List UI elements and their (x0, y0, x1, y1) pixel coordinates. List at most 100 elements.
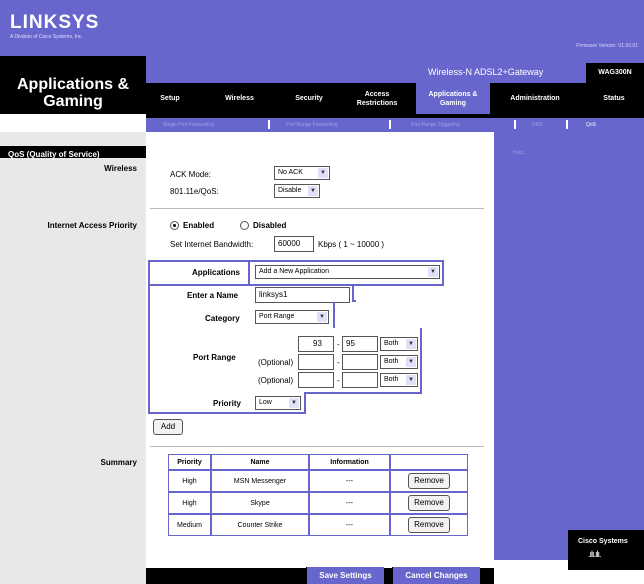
port-row-2-protocol[interactable]: Both ▼ (380, 355, 418, 369)
protocol-value: Both (384, 376, 399, 383)
subtab-separator (268, 120, 270, 129)
summary-row-1-action: Remove (390, 470, 468, 492)
summary-section-label: Summary (100, 458, 137, 467)
port-row-3-prefix: (Optional) (258, 376, 294, 385)
disabled-label: Disabled (253, 221, 287, 230)
tab-security[interactable]: Security (280, 83, 338, 114)
subtab-port-range-forwarding[interactable]: Port Range Forwarding (286, 119, 338, 131)
name-input[interactable]: linksys1 (255, 287, 350, 303)
port-row-1-end[interactable]: 95 (342, 336, 378, 352)
app-box-border (333, 302, 335, 328)
enabled-label: Enabled (183, 221, 215, 230)
app-box-border (304, 392, 422, 394)
tab-applications-gaming[interactable]: Applications & Gaming (416, 83, 490, 114)
protocol-value: Both (384, 358, 399, 365)
product-row (146, 56, 644, 83)
linksys-logo: LINKSYS (10, 12, 100, 33)
summary-row-1-name: MSN Messenger (211, 470, 309, 492)
chevron-down-icon: ▼ (406, 357, 416, 367)
cisco-logo-box (568, 530, 644, 570)
subtab-port-range-triggering[interactable]: Port Range Triggering (411, 119, 460, 131)
app-box-border (248, 260, 250, 286)
qos-heading: QoS (Quality of Service) (8, 150, 100, 159)
port-row-3-dash: - (337, 376, 340, 385)
remove-button[interactable]: Remove (408, 495, 450, 511)
summary-row-1-info: --- (309, 470, 390, 492)
app-box-border (420, 328, 422, 392)
subtab-qos[interactable]: QoS (586, 119, 596, 131)
summary-row-3-info: --- (309, 514, 390, 536)
chevron-down-icon: ▼ (318, 168, 328, 178)
summary-row-3-name: Counter Strike (211, 514, 309, 536)
cisco-logo: Cisco Systems (578, 538, 628, 545)
wmm-value: Disable (278, 187, 302, 194)
chevron-down-icon: ▼ (308, 186, 318, 196)
wireless-section-label: Wireless (104, 164, 137, 173)
summary-row-2-action: Remove (390, 492, 468, 514)
port-row-3-end[interactable] (342, 372, 378, 388)
applications-value: Add a New Application (259, 268, 330, 275)
chevron-down-icon: ▼ (289, 398, 299, 408)
remove-button[interactable]: Remove (408, 473, 450, 489)
add-button[interactable]: Add (153, 419, 183, 435)
subtab-separator (389, 120, 391, 129)
wmm-label: 801.11e/QoS: (170, 187, 219, 196)
logo-subtitle: A Division of Cisco Systems, Inc. (10, 34, 83, 40)
right-help-column (494, 132, 644, 560)
summary-header-information: Information (309, 454, 390, 470)
summary-header-name: Name (211, 454, 309, 470)
port-row-1-start[interactable]: 93 (298, 336, 334, 352)
disabled-radio[interactable] (240, 221, 249, 230)
category-select[interactable]: Port Range ▼ (255, 310, 329, 324)
subtab-separator (566, 120, 568, 129)
cisco-bars-icon: .ılı.ılı. (588, 549, 601, 559)
product-name: Wireless-N ADSL2+Gateway (428, 67, 544, 77)
tab-status[interactable]: Status (588, 83, 640, 114)
internet-access-priority-label: Internet Access Priority (47, 221, 137, 230)
model-number: WAG300N (586, 63, 644, 83)
summary-header-priority: Priority (168, 454, 211, 470)
port-row-1-protocol[interactable]: Both ▼ (380, 337, 418, 351)
tab-access-restrictions[interactable]: Access Restrictions (346, 83, 408, 114)
remove-button[interactable]: Remove (408, 517, 450, 533)
wmm-select[interactable]: Disable ▼ (274, 184, 320, 198)
tab-setup[interactable]: Setup (146, 83, 194, 114)
category-value: Port Range (259, 313, 295, 320)
port-row-2-dash: - (337, 358, 340, 367)
app-box-border (148, 260, 444, 262)
save-settings-button[interactable]: Save Settings (306, 567, 384, 584)
help-link[interactable]: Help... (513, 150, 527, 156)
enabled-radio[interactable] (170, 221, 179, 230)
chevron-down-icon: ▼ (428, 267, 438, 277)
divider (150, 446, 484, 447)
summary-row-3-priority: Medium (168, 514, 211, 536)
protocol-value: Both (384, 340, 399, 347)
tab-wireless[interactable]: Wireless (212, 83, 267, 114)
subtab-dmz[interactable]: DMZ (532, 119, 543, 131)
priority-label: Priority (213, 399, 242, 408)
chevron-down-icon: ▼ (406, 339, 416, 349)
ack-mode-label: ACK Mode: (170, 170, 211, 179)
port-row-2-start[interactable] (298, 354, 334, 370)
app-box-border (352, 300, 356, 302)
port-row-1-dash: - (337, 340, 340, 349)
applications-select[interactable]: Add a New Application ▼ (255, 265, 440, 279)
app-box-border (304, 392, 306, 414)
port-row-3-start[interactable] (298, 372, 334, 388)
subtab-separator (514, 120, 516, 129)
port-row-2-prefix: (Optional) (258, 358, 294, 367)
tab-administration[interactable]: Administration (496, 83, 574, 114)
applications-label: Applications (192, 268, 241, 277)
priority-select[interactable]: Low ▼ (255, 396, 301, 410)
subtab-single-port-forwarding[interactable]: Single Port Forwarding (163, 119, 214, 131)
chevron-down-icon: ▼ (406, 375, 416, 385)
cancel-changes-button[interactable]: Cancel Changes (392, 567, 480, 584)
page-title: Applications & Gaming (16, 76, 129, 110)
app-box-border (442, 260, 444, 286)
bandwidth-input[interactable]: 60000 (274, 236, 314, 252)
summary-row-1-priority: High (168, 470, 211, 492)
ack-mode-select[interactable]: No ACK ▼ (274, 166, 330, 180)
port-row-2-end[interactable] (342, 354, 378, 370)
priority-value: Low (259, 399, 272, 406)
port-row-3-protocol[interactable]: Both ▼ (380, 373, 418, 387)
